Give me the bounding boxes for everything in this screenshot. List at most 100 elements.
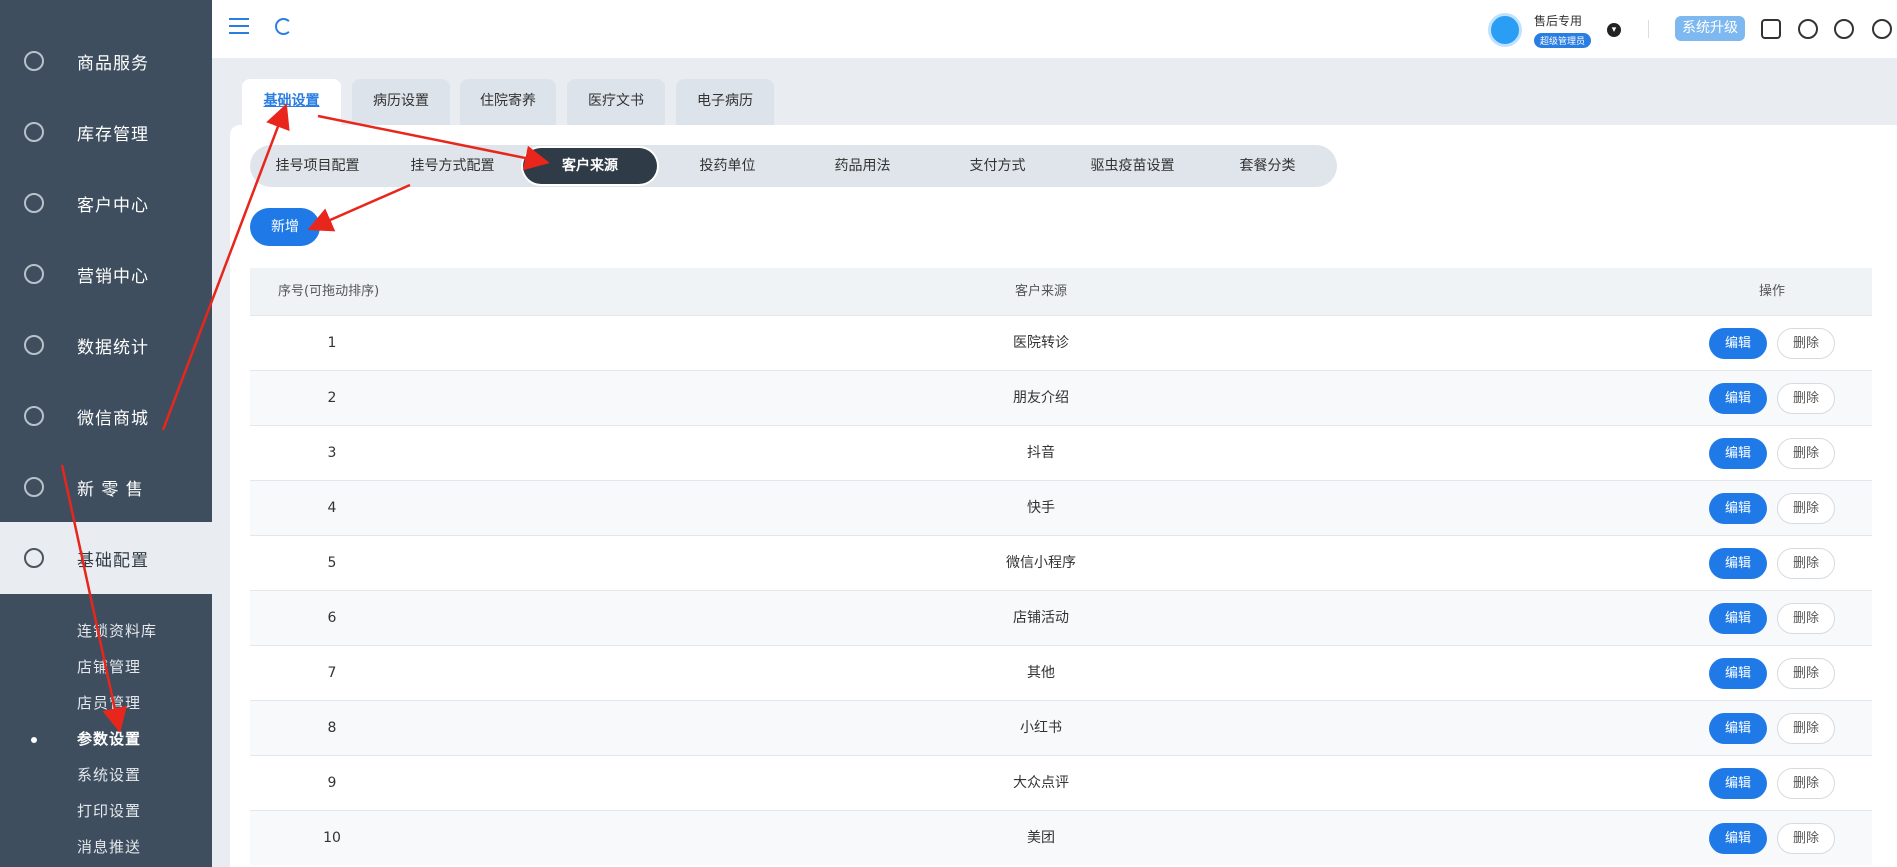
chevron-down-icon[interactable]: ▾ [1607,23,1621,37]
row-source: 店铺活动 [1013,610,1069,626]
edit-button[interactable]: 编辑 [1709,823,1767,854]
stats-icon [24,335,44,355]
nav-item-settings[interactable]: 基础配置 [0,528,212,588]
tab-medical-docs[interactable]: 医疗文书 [567,79,665,125]
nav-label: 商品服务 [77,53,149,74]
sub-tabs: 挂号项目配置 挂号方式配置 客户来源 投药单位 药品用法 支付方式 驱虫疫苗设置… [250,145,1337,187]
subnav-item[interactable]: 店铺管理 [77,656,141,677]
user-role-badge: 超级管理员 [1534,33,1592,48]
top-header: 售后专用 超级管理员 ▾ 系统升级 [212,0,1897,58]
nav-item-stats[interactable]: 数据统计 [0,315,212,375]
table-header: 序号(可拖动排序) 客户来源 操作 [250,268,1872,315]
table-row[interactable]: 7 其他 编辑 删除 [250,645,1872,700]
menu-toggle-icon[interactable] [229,18,249,34]
tab-basic-settings[interactable]: 基础设置 [242,79,341,125]
row-source: 医院转诊 [1013,335,1069,351]
submenu: 连锁资料库 店铺管理 店员管理 参数设置 系统设置 打印设置 消息推送 [0,594,212,867]
delete-button[interactable]: 删除 [1777,823,1835,854]
table-row[interactable]: 9 大众点评 编辑 删除 [250,755,1872,810]
table-row[interactable]: 6 店铺活动 编辑 删除 [250,590,1872,645]
delete-button[interactable]: 删除 [1777,438,1835,469]
nav-item-customer[interactable]: 客户中心 [0,173,212,233]
col-header-action: 操作 [1759,284,1786,299]
inventory-icon [24,122,44,142]
delete-button[interactable]: 删除 [1777,383,1835,414]
subtab-drug-usage[interactable]: 药品用法 [795,145,930,187]
edit-button[interactable]: 编辑 [1709,383,1767,414]
subnav-item[interactable]: 打印设置 [77,800,141,821]
edit-button[interactable]: 编辑 [1709,658,1767,689]
edit-button[interactable]: 编辑 [1709,548,1767,579]
delete-button[interactable]: 删除 [1777,603,1835,634]
tab-records-settings[interactable]: 病历设置 [352,79,450,125]
subnav-item[interactable]: 店员管理 [77,692,141,713]
subtab-customer-source[interactable]: 客户来源 [523,148,657,184]
nav-item-wechat[interactable]: 微信商城 [0,386,212,446]
bell-icon[interactable] [1798,19,1818,39]
nav-item-inventory[interactable]: 库存管理 [0,102,212,162]
user-name: 售后专用 [1534,14,1583,28]
refresh-icon[interactable] [275,18,292,35]
table-row[interactable]: 5 微信小程序 编辑 删除 [250,535,1872,590]
active-nav-wrap: 基础配置 [0,522,212,594]
edit-button[interactable]: 编辑 [1709,713,1767,744]
row-source: 朋友介绍 [1013,390,1069,406]
system-upgrade-button[interactable]: 系统升级 [1675,16,1745,41]
add-button[interactable]: 新增 [250,208,320,246]
headset-icon[interactable] [1834,19,1854,39]
table-row[interactable]: 3 抖音 编辑 删除 [250,425,1872,480]
row-source: 微信小程序 [1006,555,1076,571]
sidebar: 商品服务 库存管理 客户中心 营销中心 数据统计 微信商城 新 零 售 基础配置… [0,0,212,867]
nav-label: 基础配置 [77,550,149,571]
nav-item-retail[interactable]: 新 零 售 [0,457,212,517]
customer-icon [24,193,44,213]
nav-label: 新 零 售 [77,479,144,500]
nav-label: 库存管理 [77,124,149,145]
table-row[interactable]: 2 朋友介绍 编辑 删除 [250,370,1872,425]
subtab-deworm-vaccine[interactable]: 驱虫疫苗设置 [1065,145,1200,187]
subtab-dosing-unit[interactable]: 投药单位 [660,145,795,187]
delete-button[interactable]: 删除 [1777,768,1835,799]
subtab-registration-methods[interactable]: 挂号方式配置 [385,145,520,187]
subnav-item[interactable]: 系统设置 [77,764,141,785]
nav-label: 客户中心 [77,195,149,216]
row-source: 小红书 [1020,720,1062,736]
tab-emr[interactable]: 电子病历 [676,79,774,125]
row-source: 其他 [1027,665,1055,681]
subtab-registration-items[interactable]: 挂号项目配置 [250,145,385,187]
tab-boarding[interactable]: 住院寄养 [460,79,556,125]
edit-button[interactable]: 编辑 [1709,603,1767,634]
subtab-package-category[interactable]: 套餐分类 [1200,145,1335,187]
calendar-icon[interactable] [1761,19,1781,39]
row-source: 美团 [1027,830,1055,846]
edit-button[interactable]: 编辑 [1709,493,1767,524]
active-dot [31,737,37,743]
table-row[interactable]: 10 美团 编辑 删除 [250,810,1872,865]
subnav-item-active[interactable]: 参数设置 [77,728,141,749]
wechat-icon [24,406,44,426]
row-source: 大众点评 [1013,775,1069,791]
edit-button[interactable]: 编辑 [1709,328,1767,359]
delete-button[interactable]: 删除 [1777,493,1835,524]
delete-button[interactable]: 删除 [1777,328,1835,359]
marketing-icon [24,264,44,284]
subnav-item[interactable]: 消息推送 [77,836,141,857]
edit-button[interactable]: 编辑 [1709,768,1767,799]
nav-item-goods[interactable]: 商品服务 [0,31,212,91]
subnav-item[interactable]: 连锁资料库 [77,620,157,641]
table-row[interactable]: 4 快手 编辑 删除 [250,480,1872,535]
subtab-payment-methods[interactable]: 支付方式 [930,145,1065,187]
retail-icon [24,477,44,497]
table-row[interactable]: 1 医院转诊 编辑 删除 [250,315,1872,370]
delete-button[interactable]: 删除 [1777,713,1835,744]
table-row[interactable]: 8 小红书 编辑 删除 [250,700,1872,755]
row-source: 快手 [1027,500,1055,516]
nav-item-marketing[interactable]: 营销中心 [0,244,212,304]
edit-button[interactable]: 编辑 [1709,438,1767,469]
avatar[interactable] [1488,13,1522,47]
nav-label: 营销中心 [77,266,149,287]
delete-button[interactable]: 删除 [1777,548,1835,579]
col-header-source: 客户来源 [1014,284,1067,299]
delete-button[interactable]: 删除 [1777,658,1835,689]
theme-icon[interactable] [1872,19,1892,39]
